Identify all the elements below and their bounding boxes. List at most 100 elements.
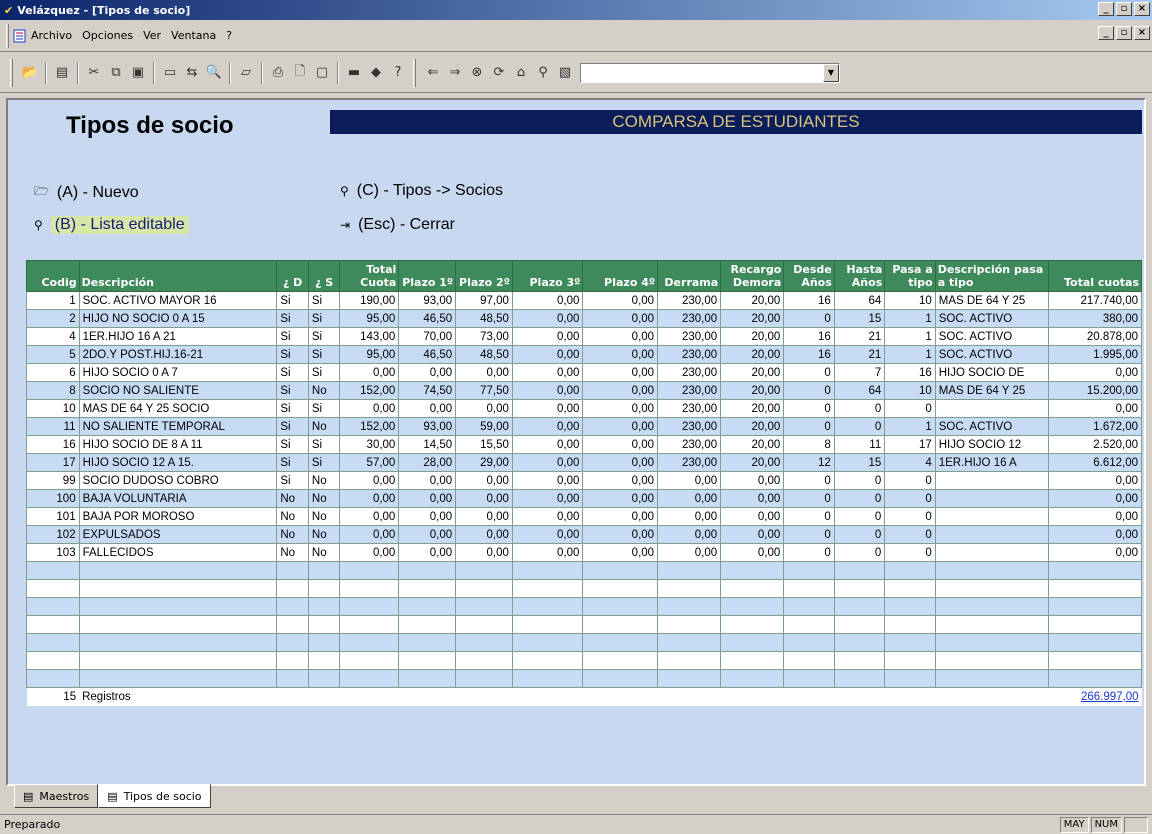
table-cell[interactable]: 0,00 (1048, 471, 1142, 490)
table-cell[interactable]: 10 (26, 399, 80, 418)
forward-arrow-icon[interactable]: ⇒ (444, 62, 466, 84)
table-cell[interactable]: 10 (884, 291, 936, 310)
table-cell[interactable]: Si (307, 453, 341, 472)
table-cell[interactable]: 0,00 (511, 489, 584, 508)
table-cell[interactable]: 0,00 (582, 327, 659, 346)
table-cell[interactable]: 0,00 (511, 543, 584, 562)
table-cell[interactable]: 0,00 (511, 381, 584, 400)
table-cell[interactable]: 0,00 (339, 471, 400, 490)
table-cell[interactable] (398, 633, 457, 652)
table-cell[interactable]: 0,00 (511, 291, 584, 310)
table-cell[interactable]: 0 (783, 471, 835, 490)
table-cell[interactable]: 20,00 (720, 327, 785, 346)
table-cell[interactable] (582, 597, 659, 616)
table-cell[interactable] (783, 669, 835, 688)
table-cell[interactable]: 0,00 (582, 471, 659, 490)
table-cell[interactable]: 0,00 (511, 453, 584, 472)
table-cell[interactable]: 190,00 (339, 291, 400, 310)
table-cell[interactable] (884, 615, 936, 634)
table-cell[interactable]: 0,00 (339, 543, 400, 562)
column-header[interactable]: ¿ S (307, 260, 341, 292)
table-cell[interactable] (720, 597, 785, 616)
table-cell[interactable]: 102 (26, 525, 80, 544)
table-cell[interactable]: HIJO NO SOCIO 0 A 15 (78, 309, 278, 328)
table-cell[interactable]: 0,00 (582, 399, 659, 418)
table-cell[interactable]: 46,50 (398, 345, 457, 364)
table-cell[interactable]: 230,00 (657, 291, 722, 310)
column-header[interactable]: Desde Años (783, 260, 835, 292)
table-cell[interactable]: 0,00 (398, 525, 457, 544)
copy-icon[interactable]: ⧉ (105, 62, 127, 84)
table-cell[interactable]: 0,00 (398, 471, 457, 490)
table-cell[interactable]: 10 (884, 381, 936, 400)
find-replace-icon[interactable]: ⇆ (181, 62, 203, 84)
table-cell[interactable]: 16 (26, 435, 80, 454)
table-cell[interactable] (276, 597, 309, 616)
table-cell[interactable]: 0,00 (511, 327, 584, 346)
close-button[interactable]: × (1134, 2, 1150, 16)
bookmark-icon[interactable]: ▧ (554, 62, 576, 84)
table-cell[interactable]: 15 (833, 453, 886, 472)
search-icon[interactable]: 🔍 (203, 62, 225, 84)
table-cell[interactable]: 0 (783, 489, 835, 508)
table-cell[interactable]: 46,50 (398, 309, 457, 328)
table-cell[interactable]: No (307, 381, 341, 400)
table-cell[interactable]: MAS DE 64 Y 25 SOCIO (78, 399, 278, 418)
table-cell[interactable]: 99 (26, 471, 80, 490)
table-cell[interactable] (307, 579, 341, 598)
menu-ver[interactable]: Ver (143, 29, 161, 42)
table-cell[interactable] (657, 633, 722, 652)
table-cell[interactable]: Si (307, 435, 341, 454)
table-cell[interactable] (398, 561, 457, 580)
table-cell[interactable]: 380,00 (1048, 309, 1142, 328)
table-cell[interactable] (26, 651, 80, 670)
table-cell[interactable]: Si (276, 291, 309, 310)
table-cell[interactable] (657, 669, 722, 688)
table-cell[interactable]: 0,00 (511, 471, 584, 490)
table-cell[interactable]: 15.200,00 (1048, 381, 1142, 400)
table-cell[interactable]: 0,00 (582, 417, 659, 436)
table-cell[interactable]: Si (276, 363, 309, 382)
empty-table-row[interactable] (26, 633, 1142, 652)
table-cell[interactable]: 15 (833, 309, 886, 328)
table-cell[interactable] (78, 669, 278, 688)
table-cell[interactable]: 20,00 (720, 417, 785, 436)
table-cell[interactable]: SOC. ACTIVO MAYOR 16 (78, 291, 278, 310)
table-cell[interactable] (1048, 579, 1142, 598)
table-cell[interactable]: 6.612,00 (1048, 453, 1142, 472)
column-header[interactable]: Plazo 4º (582, 260, 659, 292)
table-cell[interactable]: No (276, 507, 309, 526)
table-cell[interactable]: 73,00 (455, 327, 513, 346)
empty-table-row[interactable] (26, 597, 1142, 616)
table-cell[interactable]: 57,00 (339, 453, 400, 472)
table-cell[interactable] (398, 579, 457, 598)
table-cell[interactable] (1048, 651, 1142, 670)
table-cell[interactable] (307, 633, 341, 652)
table-cell[interactable] (720, 633, 785, 652)
table-row[interactable]: 10 MAS DE 64 Y 25 SOCIO Si Si 0,00 0,00 0,00 0,… (26, 399, 1142, 418)
table-cell[interactable]: 93,00 (398, 291, 457, 310)
table-cell[interactable]: 16 (884, 363, 936, 382)
stop-icon[interactable]: ⊗ (466, 62, 488, 84)
table-cell[interactable]: 17 (884, 435, 936, 454)
table-cell[interactable]: 0,00 (455, 507, 513, 526)
table-cell[interactable]: 0,00 (1048, 363, 1142, 382)
table-cell[interactable]: 0,00 (511, 363, 584, 382)
table-cell[interactable]: 1.672,00 (1048, 417, 1142, 436)
table-cell[interactable]: 20,00 (720, 399, 785, 418)
empty-table-row[interactable] (26, 615, 1142, 634)
table-cell[interactable] (78, 561, 278, 580)
table-cell[interactable]: Si (276, 453, 309, 472)
table-cell[interactable]: 95,00 (339, 309, 400, 328)
table-cell[interactable]: EXPULSADOS (78, 525, 278, 544)
screen-icon[interactable]: ▬ (343, 62, 365, 84)
table-cell[interactable]: 20.878,00 (1048, 327, 1142, 346)
column-header[interactable]: Total cuotas (1048, 260, 1142, 292)
table-cell[interactable] (26, 669, 80, 688)
properties-icon[interactable]: ▤ (51, 62, 73, 84)
table-cell[interactable] (511, 651, 584, 670)
minimize-button[interactable]: _ (1098, 2, 1114, 16)
table-cell[interactable]: 0,00 (455, 363, 513, 382)
table-cell[interactable]: 4 (884, 453, 936, 472)
table-cell[interactable]: MAS DE 64 Y 25 (934, 291, 1050, 310)
